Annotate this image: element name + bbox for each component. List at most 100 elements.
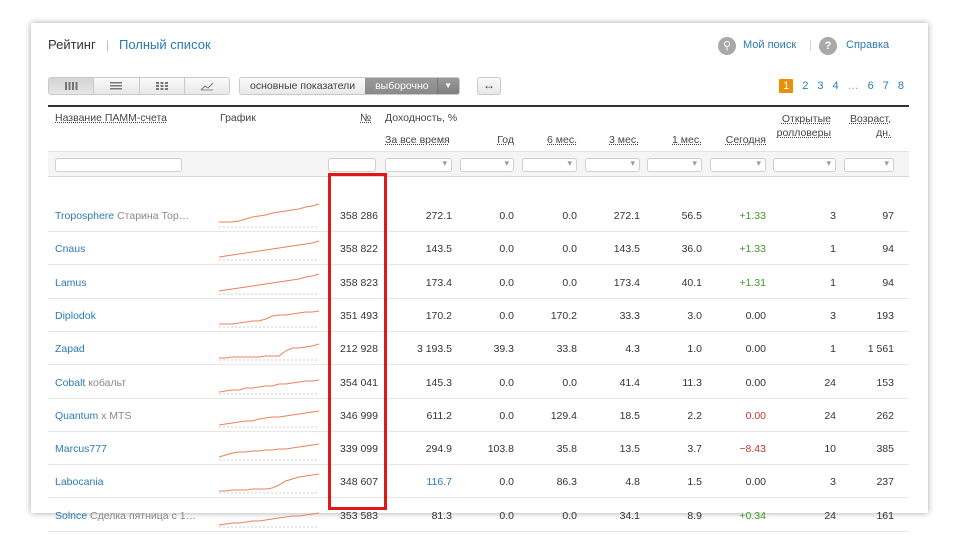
page-8[interactable]: 8 (898, 79, 904, 93)
cell-year: 39.3 (493, 343, 514, 356)
rollovers-filter-select[interactable] (773, 158, 836, 172)
6m-filter-select[interactable] (522, 158, 577, 172)
account-link[interactable]: Zapad (55, 343, 85, 355)
cell-today: +1.33 (739, 243, 766, 256)
cell-m3: 143.5 (613, 243, 640, 256)
page-3[interactable]: 3 (817, 79, 823, 93)
cell-roll: 10 (824, 443, 836, 456)
account-name[interactable]: Solnce Сделка пятница с 1… (55, 510, 196, 522)
page-4[interactable]: 4 (833, 79, 839, 93)
cell-m6: 35.8 (556, 443, 577, 456)
account-link[interactable]: Diplodok (55, 310, 96, 322)
breadcrumb-separator: | (106, 38, 110, 52)
table-row[interactable]: Cobalt кобальт 354 041 145.3 0.0 0.0 41.4 11.3… (48, 366, 909, 399)
account-link[interactable]: Cobalt (55, 377, 85, 389)
account-name[interactable]: Diplodok (55, 310, 96, 322)
cell-age: 262 (876, 409, 894, 422)
cell-roll: 24 (824, 409, 836, 422)
account-name[interactable]: Labocania (55, 476, 103, 488)
table-row[interactable]: Cnaus 358 822 143.5 0.0 0.0 143.5 36.0 +1.33 1 94 (48, 232, 909, 266)
cell-m1: 3.0 (687, 309, 702, 322)
col-number[interactable]: № (360, 112, 371, 124)
account-link[interactable]: Cnaus (55, 243, 85, 255)
col-name[interactable]: Название ПАММ-счета (55, 112, 167, 124)
account-name[interactable]: Cnaus (55, 243, 85, 255)
account-link[interactable]: Labocania (55, 476, 103, 488)
age-filter-select[interactable] (844, 158, 894, 172)
cell-today: 0.00 (745, 309, 766, 322)
3m-filter-select[interactable] (585, 158, 640, 172)
account-name[interactable]: Quantum x MTS (55, 410, 131, 422)
search-icon[interactable]: ⚲ (718, 37, 736, 55)
sparkline-line (219, 473, 320, 492)
account-name[interactable]: Cobalt кобальт (55, 377, 126, 389)
cell-roll: 3 (830, 309, 836, 322)
sparkline-line (219, 273, 320, 292)
1m-filter-select[interactable] (647, 158, 702, 172)
account-link[interactable]: Quantum (55, 410, 98, 422)
name-filter-input[interactable] (55, 158, 182, 172)
col-today[interactable]: Сегодня (713, 134, 766, 146)
header-actions: ⚲ Мой поиск | ? Справка (718, 37, 908, 55)
sparkline-line (219, 410, 320, 426)
col-age[interactable]: Возраст, дн. (843, 112, 891, 140)
table-row[interactable]: Diplodok 351 493 170.2 0.0 170.2 33.3 3.0 0.00 3… (48, 299, 909, 332)
account-link[interactable]: Marcus777 (55, 443, 107, 455)
cell-age: 153 (876, 376, 894, 389)
list-icon[interactable] (94, 78, 140, 94)
my-search-link[interactable]: Мой поиск (743, 39, 796, 51)
all-time-filter-select[interactable] (385, 158, 452, 172)
account-link[interactable]: Lamus (55, 277, 87, 289)
table-row[interactable]: Solnce Сделка пятница с 1… 353 583 81.3 0.0… (48, 499, 909, 532)
col-3m[interactable]: 3 мес. (590, 134, 639, 146)
number-filter-input[interactable] (328, 158, 376, 172)
cell-age: 385 (876, 443, 894, 456)
page-6[interactable]: 6 (868, 79, 874, 93)
col-rollovers[interactable]: Открытые ролловеры (773, 112, 831, 140)
account-link[interactable]: Troposphere (55, 210, 114, 222)
cell-m3: 33.3 (619, 309, 640, 322)
page-header: Рейтинг | Полный список ⚲ Мой поиск | ? … (48, 37, 908, 55)
segment-selective[interactable]: выборочно (365, 78, 437, 94)
expand-icon[interactable]: ↔ (477, 77, 501, 95)
account-link[interactable]: Solnce (55, 510, 87, 522)
account-name[interactable]: Marcus777 (55, 443, 107, 455)
help-link[interactable]: Справка (846, 39, 889, 51)
sparkline-chart (219, 203, 320, 228)
chart-icon[interactable] (185, 78, 229, 94)
page-1[interactable]: 1 (779, 79, 794, 93)
col-all-time[interactable]: За все время (385, 134, 450, 146)
account-name[interactable]: Troposphere Старина Тор… (55, 210, 189, 222)
table-row[interactable]: Zapad 212 928 3 193.5 39.3 33.8 4.3 1.0 0.00 1 1 … (48, 332, 909, 366)
sparkline-chart (219, 443, 320, 461)
table-row[interactable]: Labocania 348 607 116.7 0.0 86.3 4.8 1.5 0.00 3 2… (48, 465, 909, 499)
account-name[interactable]: Zapad (55, 343, 85, 355)
table-row[interactable]: Quantum x MTS 346 999 611.2 0.0 129.4 18.5 2.2… (48, 399, 909, 432)
cell-today: +1.33 (739, 210, 766, 222)
cell-m6: 0.0 (562, 376, 577, 389)
cell-m1: 40.1 (681, 276, 702, 289)
year-filter-select[interactable] (460, 158, 514, 172)
cell-m6: 86.3 (556, 476, 577, 489)
col-1m[interactable]: 1 мес. (653, 134, 702, 146)
cell-year: 0.0 (499, 243, 514, 256)
segment-main-indicators[interactable]: основные показатели (240, 78, 366, 94)
table-row[interactable]: Marcus777 339 099 294.9 103.8 35.8 13.5 3.7 −8.… (48, 432, 909, 466)
table-row[interactable]: Troposphere Старина Тор… 358 286 272.1 0.0 0… (48, 199, 909, 232)
page-7[interactable]: 7 (883, 79, 889, 93)
table-row[interactable]: Lamus 358 823 173.4 0.0 0.0 173.4 40.1 +1.31 1 94 (48, 266, 909, 299)
account-name[interactable]: Lamus (55, 277, 87, 289)
today-filter-select[interactable] (710, 158, 766, 172)
full-list-link[interactable]: Полный список (119, 37, 211, 52)
help-icon[interactable]: ? (819, 37, 837, 55)
cell-today: 0.00 (745, 343, 766, 356)
grid-small-icon[interactable] (140, 78, 185, 94)
cell-m6: 0.0 (562, 243, 577, 256)
page-2[interactable]: 2 (802, 79, 808, 93)
chevron-down-icon[interactable]: ▼ (436, 78, 459, 94)
grid-large-icon[interactable] (49, 78, 95, 94)
cell-m1: 1.5 (687, 476, 702, 489)
col-6m[interactable]: 6 мес. (528, 134, 577, 146)
col-year[interactable]: Год (468, 134, 514, 146)
cell-all: 294.9 (425, 443, 452, 456)
